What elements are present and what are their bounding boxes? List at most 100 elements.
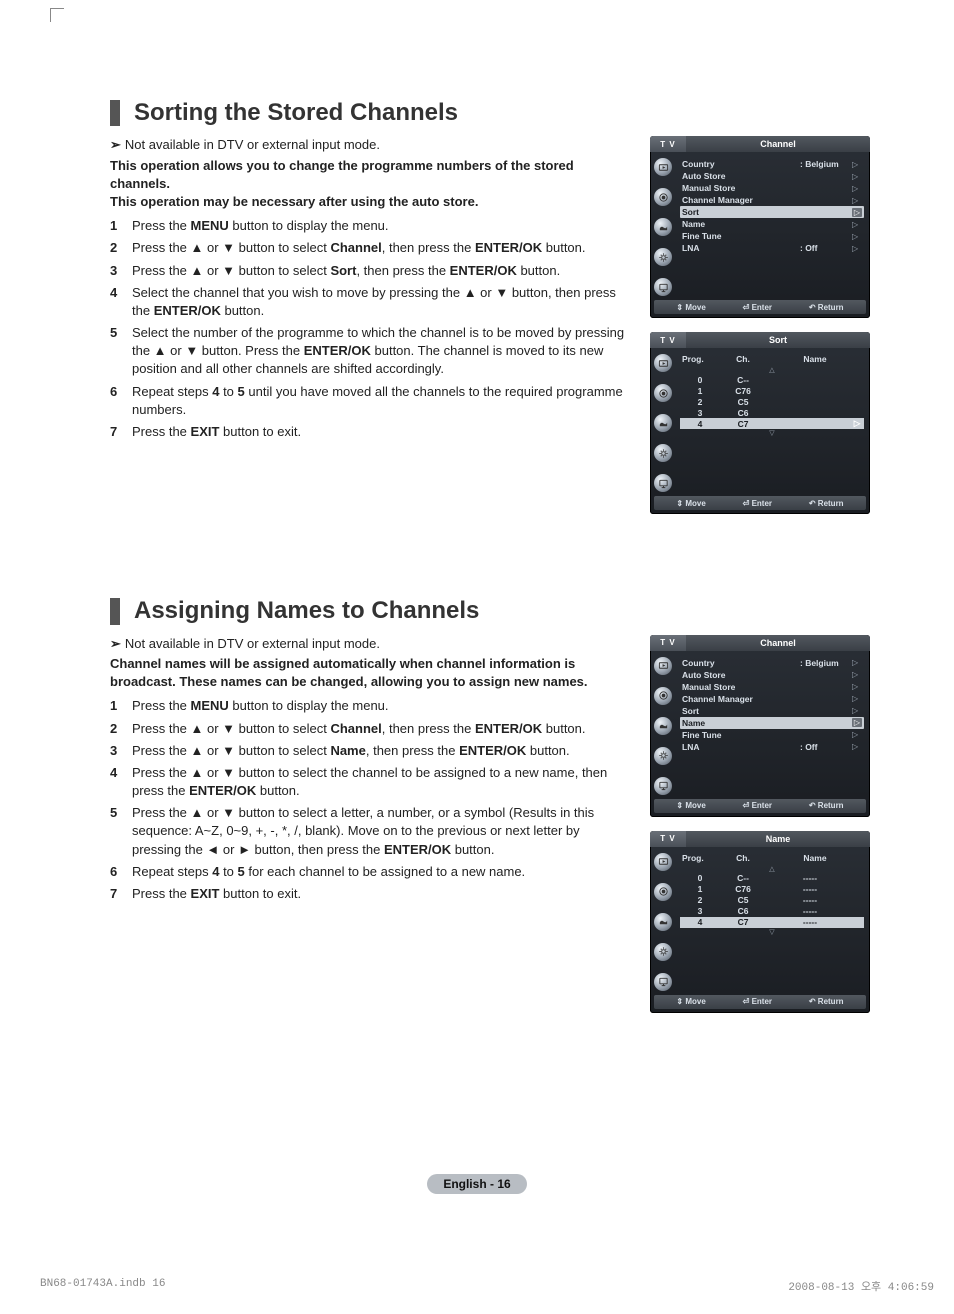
table-row: 2C5: [680, 396, 864, 407]
step-text: Press the ▲ or ▼ button to select the ch…: [132, 764, 632, 800]
page-badge: English - 16: [427, 1174, 526, 1194]
setup-icon: [654, 943, 672, 961]
osd-title: Channel: [686, 136, 870, 152]
step-item: 5Press the ▲ or ▼ button to select a let…: [110, 804, 632, 859]
chevron-right-icon: ▷: [852, 232, 862, 241]
osd-table: T VSortProg.Ch.Name△0C--1C762C53C64C7▷▽⇕…: [650, 332, 870, 514]
chevron-right-icon: ▷: [852, 670, 862, 679]
step-text: Press the ▲ or ▼ button to select Channe…: [132, 239, 632, 257]
hint-return: ↶ Return: [809, 801, 844, 810]
osd-icon-column: [650, 847, 676, 991]
menu-item: Channel Manager▷: [680, 693, 864, 705]
step-item: 6Repeat steps 4 to 5 until you have move…: [110, 383, 632, 419]
picture-icon: [654, 158, 672, 176]
step-item: 4Press the ▲ or ▼ button to select the c…: [110, 764, 632, 800]
menu-item: Auto Store▷: [680, 170, 864, 182]
osd-footer: ⇕ Move ⏎ Enter ↶ Return: [654, 496, 866, 510]
step-item: 2Press the ▲ or ▼ button to select Chann…: [110, 239, 632, 257]
osd-footer: ⇕ Move⏎ Enter↶ Return: [654, 300, 866, 314]
step-item: 1Press the MENU button to display the me…: [110, 697, 632, 715]
step-number: 2: [110, 239, 132, 257]
menu-item: LNA: Off▷: [680, 242, 864, 254]
input-icon: [654, 777, 672, 795]
document-footer: BN68-01743A.indb 16 2008-08-13 오후 4:06:5…: [40, 1278, 934, 1294]
sound-icon: [654, 883, 672, 901]
step-text: Press the MENU button to display the men…: [132, 697, 632, 715]
doc-filename: BN68-01743A.indb 16: [40, 1278, 165, 1294]
section1-text: ➢Not available in DTV or external input …: [110, 136, 632, 528]
table-row: 1C76: [680, 385, 864, 396]
chevron-right-icon: ▷: [852, 706, 862, 715]
menu-item: Country: Belgium▷: [680, 158, 864, 170]
step-number: 6: [110, 383, 132, 419]
table-row: 1C76-----: [680, 884, 864, 895]
osd-header: T VChannel: [650, 635, 870, 651]
section-naming: Assigning Names to Channels ➢ Not availab…: [110, 598, 870, 1026]
hint-move: ⇕ Move: [676, 303, 705, 312]
picture-icon: [654, 853, 672, 871]
hint-enter: ⏎ Enter: [743, 499, 772, 508]
section-sorting: Sorting the Stored Channels ➢Not availab…: [110, 100, 870, 528]
menu-item: Fine Tune▷: [680, 729, 864, 741]
osd-tab: T V: [650, 136, 686, 152]
osd-header: T VChannel: [650, 136, 870, 152]
osd-footer: ⇕ Move⏎ Enter↶ Return: [654, 799, 866, 813]
table-row: 2C5-----: [680, 895, 864, 906]
channel-icon: [654, 218, 672, 236]
crop-mark: [50, 8, 64, 22]
osd-icon-column: [650, 348, 676, 492]
doc-timestamp: 2008-08-13 오후 4:06:59: [788, 1278, 934, 1294]
table-header: Prog.Ch.Name: [680, 853, 864, 863]
menu-item: Country: Belgium▷: [680, 657, 864, 669]
page-footer: English - 16: [0, 1174, 954, 1194]
menu-item: Sort▷: [680, 206, 864, 218]
menu-item: Sort▷: [680, 705, 864, 717]
channel-icon: [654, 717, 672, 735]
note-text: Not available in DTV or external input m…: [125, 636, 380, 651]
table-row: 4C7▷: [680, 418, 864, 429]
step-item: 4Select the channel that you wish to mov…: [110, 284, 632, 320]
step-item: 6Repeat steps 4 to 5 for each channel to…: [110, 863, 632, 881]
menu-item: LNA: Off▷: [680, 741, 864, 753]
intro-text-2: This operation may be necessary after us…: [110, 193, 632, 211]
chevron-right-icon: ▷: [852, 244, 862, 253]
hint-move: ⇕ Move: [676, 499, 705, 508]
input-icon: [654, 973, 672, 991]
note-arrow-icon: ➢: [110, 137, 121, 152]
chevron-right-icon: ▷: [852, 682, 862, 691]
osd-table: T VNameProg.Ch.Name△0C-------1C76-----2C…: [650, 831, 870, 1013]
hint-return: ↶ Return: [809, 499, 844, 508]
chevron-right-icon: ▷: [852, 172, 862, 181]
step-number: 5: [110, 804, 132, 859]
setup-icon: [654, 248, 672, 266]
osd-menu-list: Country: Belgium▷Auto Store▷Manual Store…: [676, 152, 870, 296]
step-item: 7Press the EXIT button to exit.: [110, 885, 632, 903]
note-arrow-icon: ➢: [110, 636, 121, 651]
scroll-up-icon: △: [680, 366, 864, 374]
step-text: Press the ▲ or ▼ button to select a lett…: [132, 804, 632, 859]
section-heading: Assigning Names to Channels: [110, 598, 870, 624]
setup-icon: [654, 444, 672, 462]
osd-footer: ⇕ Move⏎ Enter↶ Return: [654, 995, 866, 1009]
table-header: Prog.Ch.Name: [680, 354, 864, 364]
step-item: 5Select the number of the programme to w…: [110, 324, 632, 379]
sound-icon: [654, 687, 672, 705]
chevron-right-icon: ▷: [852, 184, 862, 193]
chevron-right-icon: ▷: [852, 160, 862, 169]
osd-title: Name: [686, 831, 870, 847]
step-text: Press the EXIT button to exit.: [132, 885, 632, 903]
osd-tab: T V: [650, 635, 686, 651]
step-number: 7: [110, 423, 132, 441]
scroll-up-icon: △: [680, 865, 864, 873]
osd-header: T VName: [650, 831, 870, 847]
steps-list: 1Press the MENU button to display the me…: [110, 217, 632, 441]
picture-icon: [654, 657, 672, 675]
menu-item: Name▷: [680, 218, 864, 230]
osd-tab: T V: [650, 831, 686, 847]
step-item: 7Press the EXIT button to exit.: [110, 423, 632, 441]
channel-icon: [654, 414, 672, 432]
step-item: 3Press the ▲ or ▼ button to select Sort,…: [110, 262, 632, 280]
hint-move: ⇕ Move: [676, 997, 705, 1006]
scroll-down-icon: ▽: [680, 429, 864, 437]
step-text: Press the MENU button to display the men…: [132, 217, 632, 235]
